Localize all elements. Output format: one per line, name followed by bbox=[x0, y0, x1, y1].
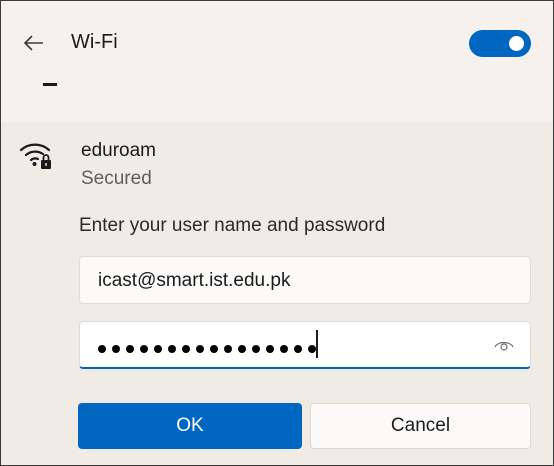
text-caret bbox=[316, 330, 318, 358]
password-dot bbox=[238, 345, 246, 353]
password-dot bbox=[168, 345, 176, 353]
network-name: eduroam bbox=[81, 140, 156, 161]
password-dot bbox=[280, 345, 288, 353]
network-status: Secured bbox=[81, 168, 152, 189]
cancel-button[interactable]: Cancel bbox=[310, 403, 531, 449]
password-dot bbox=[112, 345, 120, 353]
password-dot bbox=[196, 345, 204, 353]
wifi-secured-icon bbox=[19, 143, 51, 169]
password-dot bbox=[182, 345, 190, 353]
divider-dash bbox=[43, 83, 57, 86]
username-field[interactable]: icast@smart.ist.edu.pk bbox=[79, 256, 531, 304]
password-dot bbox=[154, 345, 162, 353]
username-value: icast@smart.ist.edu.pk bbox=[98, 270, 291, 291]
back-arrow-icon[interactable] bbox=[23, 34, 45, 52]
wifi-flyout: Wi-Fi eduroam Secured Enter your user na… bbox=[0, 0, 554, 466]
wifi-toggle[interactable] bbox=[469, 30, 531, 57]
password-dot bbox=[210, 345, 218, 353]
password-dot bbox=[294, 345, 302, 353]
password-dot bbox=[126, 345, 134, 353]
reveal-password-icon[interactable] bbox=[494, 338, 514, 352]
password-dot bbox=[266, 345, 274, 353]
password-dot bbox=[308, 345, 316, 353]
ok-button[interactable]: OK bbox=[78, 403, 302, 449]
password-dot bbox=[140, 345, 148, 353]
password-dot bbox=[98, 345, 106, 353]
credentials-prompt: Enter your user name and password bbox=[79, 215, 386, 236]
password-field[interactable] bbox=[79, 321, 531, 369]
password-mask bbox=[98, 340, 322, 353]
password-dot bbox=[252, 345, 260, 353]
wifi-header: Wi-Fi bbox=[1, 1, 553, 123]
password-dot bbox=[224, 345, 232, 353]
toggle-knob bbox=[509, 36, 524, 51]
page-title: Wi-Fi bbox=[71, 31, 118, 53]
